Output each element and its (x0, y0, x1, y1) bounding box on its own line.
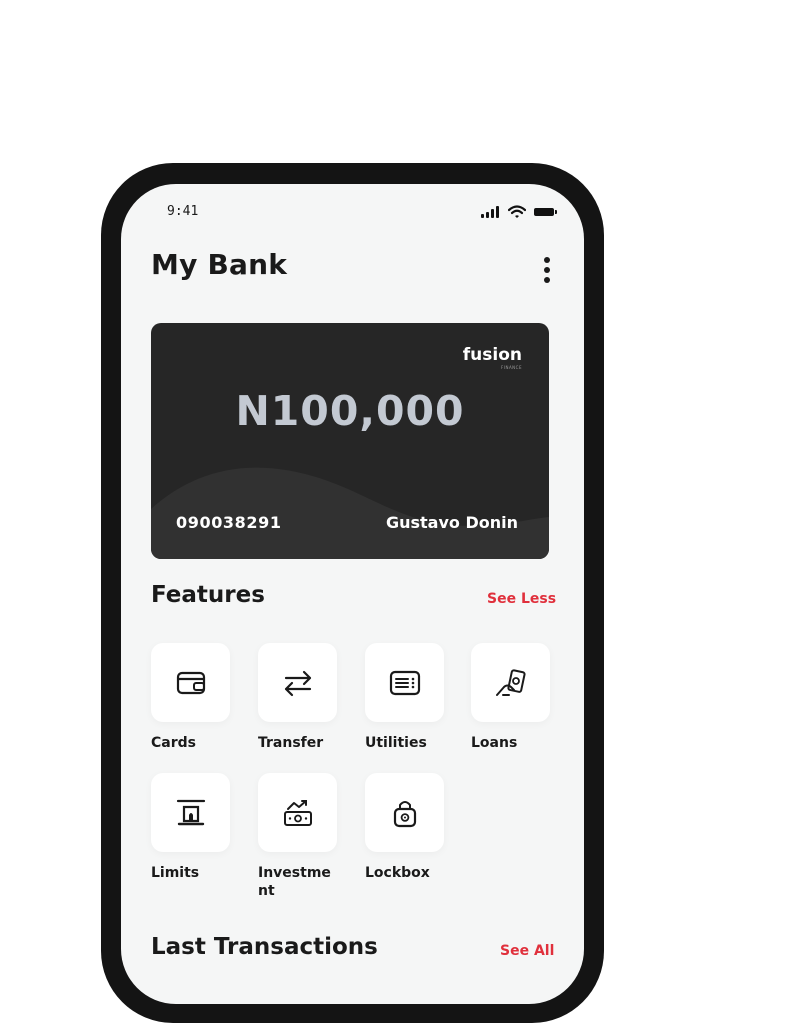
card-holder-name: Gustavo Donin (385, 513, 518, 532)
feature-label: Lockbox (365, 865, 430, 881)
page-title: My Bank (151, 248, 288, 281)
feature-utilities[interactable]: Utilities (365, 643, 451, 752)
see-less-link[interactable]: See Less (487, 591, 556, 607)
loan-hand-icon (495, 668, 526, 696)
account-number: 090038291 (176, 513, 282, 532)
feature-label: Utilities (365, 735, 427, 751)
feature-tile (365, 773, 444, 852)
phone-screen: 9:41 My Bank fusion FINANCE N100,000 090… (121, 184, 584, 1004)
lockbox-icon (393, 800, 416, 827)
feature-label: Transfer (258, 735, 324, 751)
feature-loans[interactable]: Loans (471, 643, 557, 752)
bill-icon (389, 670, 420, 695)
investment-money-icon (283, 799, 312, 826)
feature-tile (258, 773, 337, 852)
more-vertical-icon[interactable] (541, 257, 553, 285)
transfer-arrows-icon (284, 670, 311, 696)
feature-label: Limits (151, 865, 200, 881)
feature-label: Loans (471, 735, 518, 751)
status-time: 9:41 (167, 204, 199, 219)
feature-limits[interactable]: Limits (151, 773, 237, 882)
feature-label: Investment (258, 865, 331, 899)
feature-label: Cards (151, 735, 196, 751)
feature-transfer[interactable]: Transfer (258, 643, 344, 752)
feature-investment[interactable]: Investment (258, 773, 344, 900)
feature-cards[interactable]: Cards (151, 643, 237, 752)
card-icon (176, 671, 205, 694)
status-icons (481, 205, 566, 220)
feature-tile (365, 643, 444, 722)
battery-icon (534, 208, 557, 216)
cellular-signal-icon (481, 206, 503, 218)
wifi-icon (508, 205, 526, 218)
features-title: Features (151, 582, 265, 608)
feature-tile (151, 773, 230, 852)
limit-icon (176, 799, 205, 825)
transactions-title: Last Transactions (151, 934, 378, 960)
feature-tile (258, 643, 337, 722)
account-balance: N100,000 (235, 387, 465, 435)
feature-tile (471, 643, 550, 722)
see-all-link[interactable]: See All (500, 943, 554, 959)
feature-lockbox[interactable]: Lockbox (365, 773, 451, 882)
balance-card[interactable]: fusion FINANCE N100,000 090038291 Gustav… (151, 323, 549, 559)
feature-tile (151, 643, 230, 722)
brand-logo: fusion (462, 345, 522, 365)
brand-tagline: FINANCE (500, 365, 522, 370)
